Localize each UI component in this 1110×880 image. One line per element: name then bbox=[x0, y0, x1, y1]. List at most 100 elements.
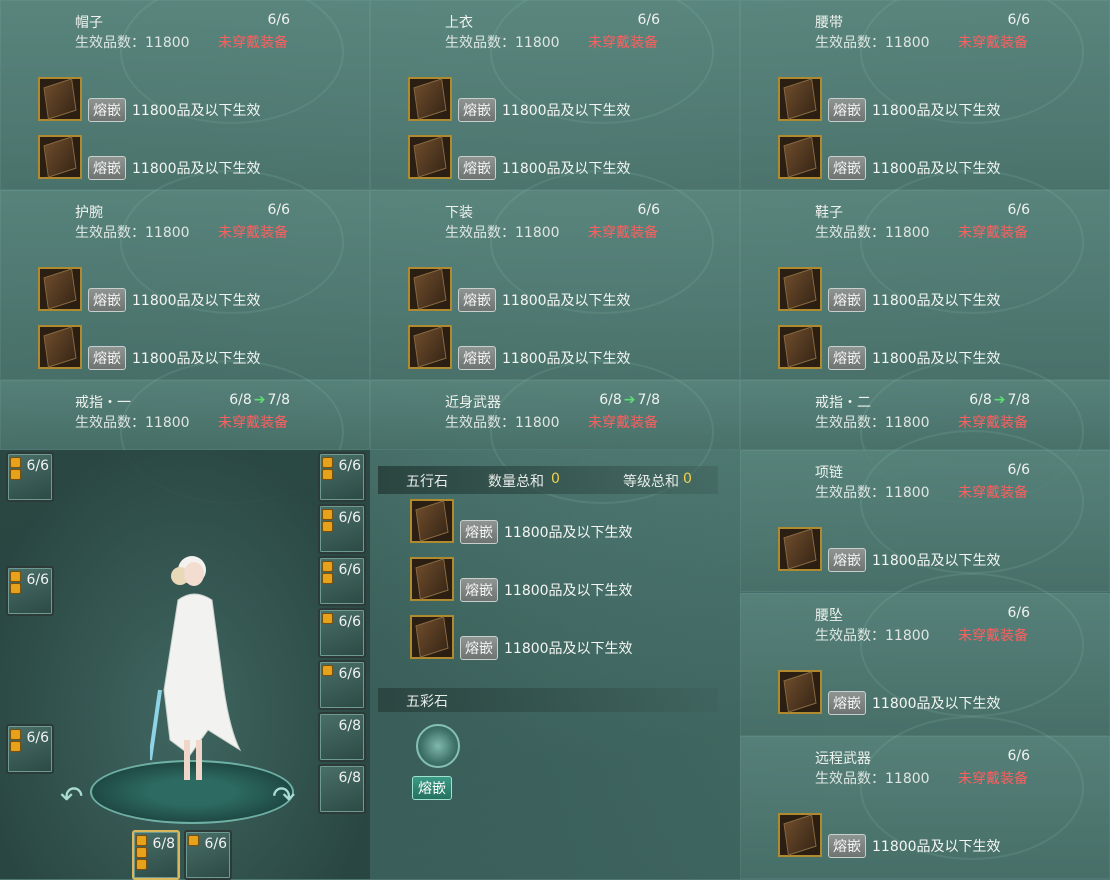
panel-grade: 生效品数：11800 bbox=[75, 225, 190, 241]
inlay-button[interactable]: 熔嵌 bbox=[458, 98, 496, 122]
gem-icon bbox=[38, 267, 82, 311]
gem-slot[interactable]: 熔嵌 11800品及以下生效 bbox=[778, 526, 1001, 572]
inlay-button[interactable]: 熔嵌 bbox=[460, 636, 498, 660]
panel-pants: 下装 6/6 生效品数：11800 未穿戴装备 熔嵌 11800品及以下生效 熔嵌… bbox=[370, 170, 740, 380]
equip-slot[interactable]: 6/6 bbox=[318, 452, 366, 502]
inlay-button[interactable]: 熔嵌 bbox=[828, 691, 866, 715]
panel-status: 未穿戴装备 bbox=[588, 415, 658, 431]
equip-slot-selected[interactable]: 6/8 bbox=[132, 830, 180, 880]
panel-status: 未穿戴装备 bbox=[588, 225, 658, 241]
equip-slot[interactable]: 6/6 bbox=[318, 660, 366, 710]
inlay-button[interactable]: 熔嵌 bbox=[88, 346, 126, 370]
panel-melee-weapon: 近身武器 6/8 ➔ 7/8 生效品数：11800 未穿戴装备 bbox=[370, 360, 740, 504]
panel-name: 远程武器 bbox=[815, 751, 871, 767]
inlay-button[interactable]: 熔嵌 bbox=[460, 520, 498, 544]
equip-slot[interactable]: 6/6 bbox=[318, 608, 366, 658]
gem-pips bbox=[322, 665, 333, 676]
equip-slot[interactable]: 6/6 bbox=[6, 452, 54, 502]
panel-status: 未穿戴装备 bbox=[958, 35, 1028, 51]
upgrade-arrow-icon: ➔ bbox=[993, 392, 1006, 408]
panel-top: 上衣 6/6 生效品数：11800 未穿戴装备 熔嵌 11800品及以下生效 熔嵌… bbox=[370, 0, 740, 190]
panel-count: 6/6 bbox=[637, 12, 660, 28]
gem-icon bbox=[408, 77, 452, 121]
gem-slot[interactable]: 熔嵌 11800品及以下生效 bbox=[410, 498, 633, 544]
equip-slot[interactable]: 6/8 bbox=[318, 712, 366, 762]
inlay-button[interactable]: 熔嵌 bbox=[88, 288, 126, 312]
gem-icon bbox=[410, 499, 454, 543]
equip-slot[interactable]: 6/6 bbox=[318, 556, 366, 606]
gem-icon bbox=[778, 267, 822, 311]
panel-ranged-weapon: 远程武器 6/6 生效品数：11800 未穿戴装备 熔嵌 11800品及以下生效 bbox=[740, 716, 1110, 879]
slot-count: 6/6 bbox=[26, 572, 49, 588]
inlay-button[interactable]: 熔嵌 bbox=[828, 834, 866, 858]
gem-slot[interactable]: 熔嵌 11800品及以下生效 bbox=[38, 266, 261, 312]
inlay-button[interactable]: 熔嵌 bbox=[828, 156, 866, 180]
equip-slot[interactable]: 6/6 bbox=[318, 504, 366, 554]
inlay-button[interactable]: 熔嵌 bbox=[828, 98, 866, 122]
slot-count: 6/8 bbox=[338, 770, 361, 786]
panel-count: 6/6 bbox=[1007, 202, 1030, 218]
gem-pips bbox=[10, 571, 21, 594]
panel-status: 未穿戴装备 bbox=[958, 415, 1028, 431]
panel-name: 近身武器 bbox=[445, 395, 501, 411]
gem-pips bbox=[188, 835, 199, 846]
gem-pips bbox=[136, 835, 147, 870]
slot-count: 6/6 bbox=[338, 666, 361, 682]
gem-effect-text: 11800品及以下生效 bbox=[504, 525, 633, 541]
gem-icon bbox=[38, 135, 82, 179]
gem-icon bbox=[38, 325, 82, 369]
gem-slot[interactable]: 熔嵌 11800品及以下生效 bbox=[778, 812, 1001, 858]
gem-icon bbox=[778, 670, 822, 714]
inlay-button[interactable]: 熔嵌 bbox=[828, 288, 866, 312]
panel-grade: 生效品数：11800 bbox=[75, 415, 190, 431]
slot-count: 6/8 bbox=[338, 718, 361, 734]
gem-slot[interactable]: 熔嵌 11800品及以下生效 bbox=[38, 76, 261, 122]
gem-slot[interactable]: 熔嵌 11800品及以下生效 bbox=[410, 556, 633, 602]
gem-icon bbox=[408, 135, 452, 179]
panel-grade: 生效品数：11800 bbox=[815, 628, 930, 644]
gem-icon bbox=[410, 557, 454, 601]
gem-slot[interactable]: 熔嵌 11800品及以下生效 bbox=[408, 76, 631, 122]
panel-status: 未穿戴装备 bbox=[588, 35, 658, 51]
inlay-button[interactable]: 熔嵌 bbox=[828, 346, 866, 370]
panel-ring-1: 戒指・一 6/8 ➔ 7/8 生效品数：11800 未穿戴装备 bbox=[0, 360, 370, 504]
panel-status: 未穿戴装备 bbox=[958, 771, 1028, 787]
rotate-left-icon[interactable]: ↶ bbox=[60, 780, 83, 813]
inlay-button[interactable]: 熔嵌 bbox=[458, 156, 496, 180]
panel-status: 未穿戴装备 bbox=[958, 225, 1028, 241]
inlay-button[interactable]: 熔嵌 bbox=[458, 288, 496, 312]
gem-effect-text: 11800品及以下生效 bbox=[132, 293, 261, 309]
inlay-button[interactable]: 熔嵌 bbox=[88, 98, 126, 122]
gem-slot[interactable]: 熔嵌 11800品及以下生效 bbox=[410, 614, 633, 660]
panel-count: 6/6 bbox=[267, 12, 290, 28]
wucai-inlay-button[interactable]: 熔嵌 bbox=[412, 776, 452, 800]
gem-slot[interactable]: 熔嵌 11800品及以下生效 bbox=[778, 76, 1001, 122]
slot-count: 6/6 bbox=[338, 614, 361, 630]
gem-slot[interactable]: 熔嵌 11800品及以下生效 bbox=[408, 266, 631, 312]
panel-hat: 帽子 6/6 生效品数：11800 未穿戴装备 熔嵌 11800品及以下生效 熔嵌… bbox=[0, 0, 370, 190]
wucai-stone-icon[interactable] bbox=[416, 724, 460, 768]
panel-status: 未穿戴装备 bbox=[958, 628, 1028, 644]
gem-pips bbox=[322, 509, 333, 532]
inlay-button[interactable]: 熔嵌 bbox=[88, 156, 126, 180]
inlay-button[interactable]: 熔嵌 bbox=[828, 548, 866, 572]
gem-icon bbox=[778, 527, 822, 571]
rotate-right-icon[interactable]: ↷ bbox=[272, 780, 295, 813]
equip-slot[interactable]: 6/8 bbox=[318, 764, 366, 814]
gem-slot[interactable]: 熔嵌 11800品及以下生效 bbox=[778, 266, 1001, 312]
equip-slot[interactable]: 6/6 bbox=[6, 724, 54, 774]
wuxing-header: 五行石 数量总和 0 等级总和 0 bbox=[378, 466, 718, 494]
panel-name: 下装 bbox=[445, 205, 473, 221]
gem-slot[interactable]: 熔嵌 11800品及以下生效 bbox=[778, 669, 1001, 715]
inlay-button[interactable]: 熔嵌 bbox=[460, 578, 498, 602]
panel-status: 未穿戴装备 bbox=[958, 485, 1028, 501]
wuxing-section: 五行石 数量总和 0 等级总和 0 熔嵌 11800品及以下生效 熔嵌 11800品… bbox=[378, 462, 718, 879]
wuxing-title: 五行石 bbox=[406, 474, 448, 490]
equip-slot[interactable]: 6/6 bbox=[6, 566, 54, 616]
equip-slot[interactable]: 6/6 bbox=[184, 830, 232, 880]
panel-name: 项链 bbox=[815, 465, 843, 481]
gem-effect-text: 11800品及以下生效 bbox=[872, 553, 1001, 569]
inlay-button[interactable]: 熔嵌 bbox=[458, 346, 496, 370]
gem-icon bbox=[778, 813, 822, 857]
panel-name: 鞋子 bbox=[815, 205, 843, 221]
